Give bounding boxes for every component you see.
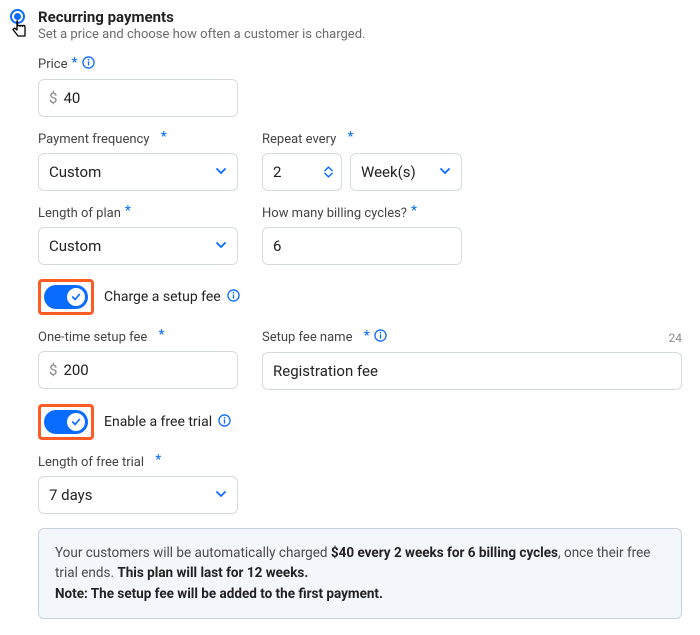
free-trial-length-value: 7 days bbox=[49, 486, 93, 504]
summary-banner: Your customers will be automatically cha… bbox=[38, 528, 682, 619]
price-input[interactable]: $ 40 bbox=[38, 79, 238, 117]
char-counter: 24 bbox=[669, 331, 683, 345]
hand-pointer-icon bbox=[8, 18, 32, 46]
highlight-box bbox=[38, 279, 94, 315]
info-icon[interactable] bbox=[82, 56, 95, 73]
free-trial-toggle-label: Enable a free trial bbox=[104, 414, 231, 431]
setup-fee-name-value: Registration fee bbox=[273, 362, 378, 380]
stepper-icon[interactable] bbox=[324, 165, 333, 179]
billing-cycles-input[interactable]: 6 bbox=[262, 227, 462, 265]
chevron-down-icon bbox=[215, 486, 227, 504]
setup-fee-toggle[interactable] bbox=[44, 285, 88, 309]
frequency-value: Custom bbox=[49, 163, 101, 181]
repeat-unit-select[interactable]: Week(s) bbox=[350, 153, 462, 191]
currency-symbol: $ bbox=[49, 89, 57, 107]
summary-terms: $40 every 2 weeks for 6 billing cycles bbox=[331, 545, 558, 561]
info-icon[interactable] bbox=[218, 414, 231, 431]
billing-cycles-label: How many billing cycles?* bbox=[262, 205, 462, 221]
repeat-count-value: 2 bbox=[273, 163, 281, 181]
repeat-unit-value: Week(s) bbox=[361, 163, 416, 181]
length-plan-select[interactable]: Custom bbox=[38, 227, 238, 265]
length-plan-value: Custom bbox=[49, 237, 101, 255]
frequency-label: Payment frequency * bbox=[38, 131, 238, 147]
currency-symbol: $ bbox=[49, 361, 57, 379]
setup-fee-input[interactable]: $ 200 bbox=[38, 351, 238, 389]
billing-cycles-value: 6 bbox=[273, 237, 281, 255]
setup-fee-name-input[interactable]: Registration fee bbox=[262, 352, 682, 390]
section-subtitle: Set a price and choose how often a custo… bbox=[38, 27, 365, 42]
setup-fee-value: 200 bbox=[63, 361, 88, 379]
free-trial-length-select[interactable]: 7 days bbox=[38, 476, 238, 514]
frequency-select[interactable]: Custom bbox=[38, 153, 238, 191]
summary-note: Note: The setup fee will be added to the… bbox=[55, 586, 383, 602]
check-icon bbox=[71, 292, 81, 302]
setup-fee-label: One-time setup fee * bbox=[38, 329, 238, 345]
summary-plan: This plan will last for 12 weeks. bbox=[117, 565, 308, 581]
free-trial-length-label: Length of free trial * bbox=[38, 454, 238, 470]
chevron-down-icon bbox=[439, 163, 451, 181]
repeat-label: Repeat every * bbox=[262, 131, 462, 147]
info-icon[interactable] bbox=[227, 289, 240, 306]
price-value: 40 bbox=[63, 89, 80, 107]
highlight-box bbox=[38, 404, 94, 440]
check-icon bbox=[71, 417, 81, 427]
free-trial-toggle[interactable] bbox=[44, 410, 88, 434]
chevron-down-icon bbox=[215, 163, 227, 181]
setup-fee-toggle-label: Charge a setup fee bbox=[104, 289, 240, 306]
info-icon[interactable] bbox=[374, 329, 387, 346]
chevron-down-icon bbox=[215, 237, 227, 255]
summary-pre: Your customers will be automatically cha… bbox=[55, 545, 331, 561]
setup-fee-name-label: Setup fee name * bbox=[262, 329, 682, 346]
length-plan-label: Length of plan* bbox=[38, 205, 238, 221]
price-label: Price* bbox=[38, 56, 238, 73]
repeat-count-input[interactable]: 2 bbox=[262, 153, 342, 191]
section-title: Recurring payments bbox=[38, 8, 365, 26]
section-header: Recurring payments Set a price and choos… bbox=[8, 8, 682, 42]
